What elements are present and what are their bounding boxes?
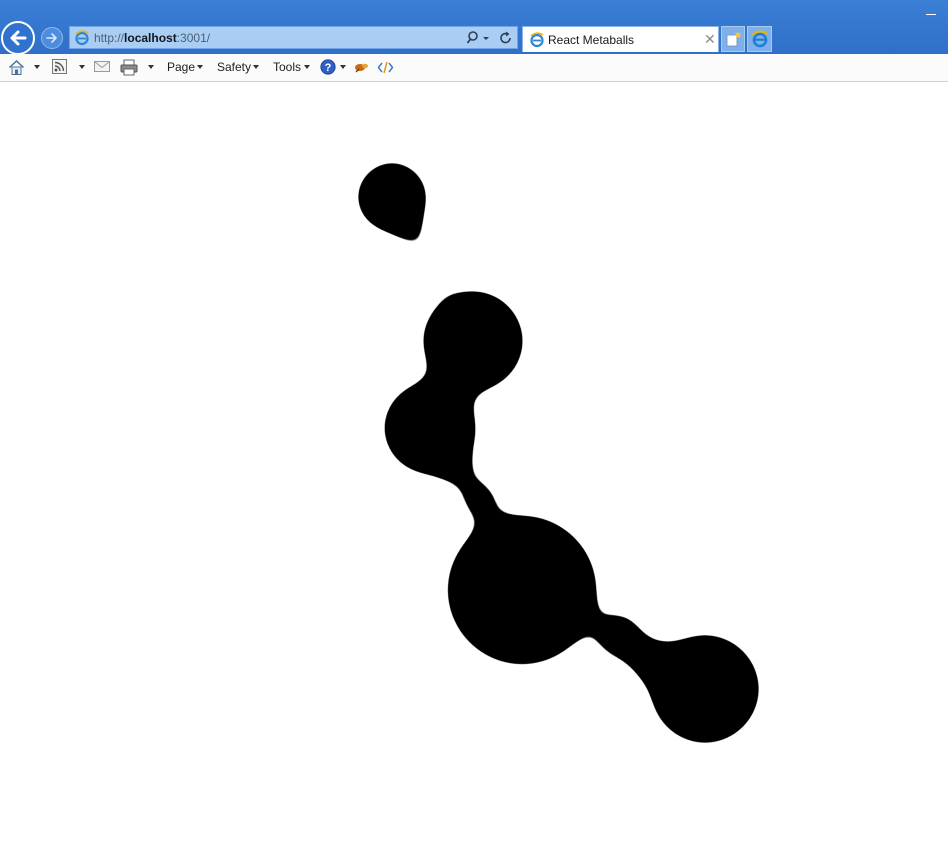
address-url[interactable]: http://localhost:3001/ bbox=[94, 30, 210, 46]
help-icon: ? bbox=[320, 59, 336, 75]
page-menu-label: Page bbox=[167, 60, 196, 74]
safety-menu[interactable]: Safety bbox=[216, 54, 262, 81]
read-mail-button[interactable] bbox=[94, 54, 112, 81]
printer-icon bbox=[120, 59, 138, 76]
home-icon bbox=[8, 59, 25, 75]
arrow-left-icon bbox=[10, 30, 27, 46]
page-content bbox=[0, 83, 948, 843]
refresh-icon[interactable] bbox=[499, 30, 513, 46]
back-button[interactable] bbox=[1, 21, 35, 55]
metaballs-canvas bbox=[357, 162, 759, 743]
chevron-down-icon[interactable] bbox=[79, 65, 85, 69]
svg-text:?: ? bbox=[325, 62, 332, 74]
close-tab-icon[interactable]: ✕ bbox=[704, 30, 716, 48]
chevron-down-icon bbox=[253, 65, 259, 69]
chevron-down-icon bbox=[304, 65, 310, 69]
feeds-button[interactable] bbox=[52, 54, 90, 81]
ie-page-icon bbox=[75, 30, 89, 46]
safety-menu-label: Safety bbox=[217, 60, 252, 74]
minimize-icon bbox=[926, 14, 936, 15]
chevron-down-icon[interactable] bbox=[34, 65, 40, 69]
home-button[interactable] bbox=[6, 54, 46, 81]
url-host: localhost bbox=[124, 31, 177, 45]
chevron-down-icon bbox=[340, 65, 346, 69]
arrow-right-icon bbox=[46, 33, 57, 43]
ie-logo-icon bbox=[751, 30, 769, 48]
research-icon bbox=[355, 63, 368, 73]
help-menu[interactable]: ? bbox=[320, 54, 348, 81]
ie-home-button[interactable] bbox=[747, 26, 772, 52]
search-icon[interactable] bbox=[466, 30, 492, 46]
page-menu[interactable]: Page bbox=[166, 54, 206, 81]
tab-react-metaballs[interactable]: React Metaballs ✕ bbox=[522, 26, 719, 52]
address-bar[interactable]: http://localhost:3001/ bbox=[69, 26, 518, 49]
rss-icon bbox=[52, 59, 67, 74]
tools-menu[interactable]: Tools bbox=[272, 54, 314, 81]
forward-button[interactable] bbox=[41, 27, 63, 49]
developer-tools-button[interactable] bbox=[377, 54, 395, 81]
chevron-down-icon bbox=[197, 65, 203, 69]
new-tab-icon bbox=[726, 32, 741, 47]
url-path: :3001/ bbox=[176, 31, 211, 45]
tab-title: React Metaballs bbox=[548, 33, 635, 47]
command-bar: Page Safety Tools ? bbox=[0, 54, 948, 82]
browser-titlebar: http://localhost:3001/ React Metaballs ✕ bbox=[0, 0, 948, 55]
code-brackets-icon bbox=[377, 61, 394, 74]
print-button[interactable] bbox=[120, 54, 158, 81]
ie-page-icon bbox=[530, 32, 544, 48]
new-tab-button[interactable] bbox=[721, 26, 745, 52]
research-button[interactable] bbox=[354, 54, 372, 81]
minimize-button[interactable] bbox=[925, 4, 937, 15]
metaball-blob bbox=[357, 162, 759, 743]
tools-menu-label: Tools bbox=[273, 60, 302, 74]
mail-icon bbox=[94, 61, 110, 72]
chevron-down-icon[interactable] bbox=[148, 65, 154, 69]
url-scheme: http:// bbox=[94, 31, 125, 45]
